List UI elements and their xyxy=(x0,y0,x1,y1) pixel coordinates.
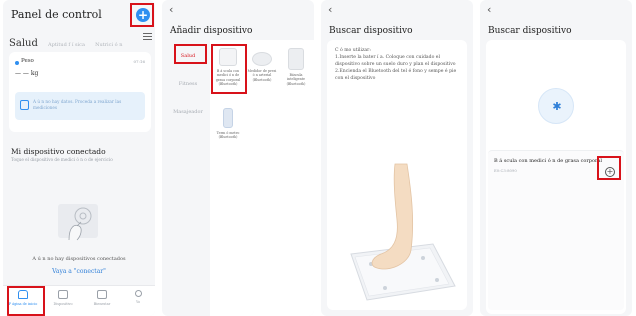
search-device-instructions-screen: ‹ Buscar dispositivo C ó mo utilizar: 1.… xyxy=(321,0,473,316)
blood-pressure-icon xyxy=(252,52,272,66)
wellness-icon xyxy=(97,290,107,299)
nav-wellness[interactable]: Bienestar xyxy=(87,289,117,306)
device-label: Báscula inteligente (Bluetooth) xyxy=(286,73,306,86)
smart-scale-icon xyxy=(288,48,304,70)
device-icon xyxy=(58,290,68,299)
thermometer-icon xyxy=(223,108,233,128)
connect-link[interactable]: Vaya a "conectar" xyxy=(3,268,155,275)
highlight-box xyxy=(130,3,154,27)
found-device-name: B á scula con medici ó n de grasa corpor… xyxy=(494,158,602,164)
device-smart-scale[interactable]: Báscula inteligente (Bluetooth) xyxy=(281,48,311,86)
user-icon xyxy=(134,290,142,297)
category-fitness[interactable]: Fitness xyxy=(168,72,208,100)
nav-me[interactable]: Yo xyxy=(123,289,153,304)
category-masajeador[interactable]: Masajeador xyxy=(168,100,208,128)
tab-salud[interactable]: Salud xyxy=(9,38,38,49)
back-chevron-icon[interactable]: ‹ xyxy=(169,3,173,16)
device-thermometer[interactable]: Term ó metro (Bluetooth) xyxy=(213,108,243,140)
instructions-text: C ó mo utilizar: 1.Inserte la bater í a.… xyxy=(335,48,461,82)
menu-icon[interactable] xyxy=(143,33,152,42)
instruction-step: 2.Encienda el Bluetooth del tel é fono y… xyxy=(335,68,457,81)
nav-devices[interactable]: Dispositivo xyxy=(48,289,78,306)
no-devices-text: A ú n no hay dispositivos conectados xyxy=(32,256,126,262)
nav-me-label: Yo xyxy=(136,300,140,304)
device-label: Medidor de presi ó n arterial (Bluetooth… xyxy=(247,69,277,82)
my-devices-subtitle: Toque el dispositivo de medici ó n o de … xyxy=(11,157,113,162)
device-label: Term ó metro (Bluetooth) xyxy=(216,131,240,140)
document-icon xyxy=(20,100,29,110)
foot-on-scale-illustration-icon xyxy=(350,163,456,301)
page-title: Panel de control xyxy=(11,8,102,21)
highlight-box xyxy=(7,286,45,316)
highlight-box xyxy=(211,44,247,94)
add-device-screen: ‹ Añadir dispositivo Salud Fitness Masaj… xyxy=(162,0,314,316)
page-title: Buscar dispositivo xyxy=(488,26,572,36)
found-device-id: E0:C3:8090 xyxy=(494,168,517,173)
weight-label: Peso xyxy=(21,58,34,64)
back-chevron-icon[interactable]: ‹ xyxy=(328,3,332,16)
dashboard-screen: Panel de control + Salud Aptitud f í sic… xyxy=(3,0,155,316)
search-device-results-screen: ‹ Buscar dispositivo ✱ B á scula con med… xyxy=(480,0,632,316)
nav-wellness-label: Bienestar xyxy=(93,302,111,306)
instructions-card: C ó mo utilizar: 1.Inserte la bater í a.… xyxy=(327,40,467,310)
tab-aptitud[interactable]: Aptitud f í sica xyxy=(48,42,85,48)
page-title: Añadir dispositivo xyxy=(170,26,253,36)
no-data-banner[interactable]: A ú n no hay datos. Proceda a realizar l… xyxy=(15,92,145,120)
weight-card[interactable]: Peso 07:16 — — kg A ú n no hay datos. Pr… xyxy=(9,52,151,132)
nav-devices-label: Dispositivo xyxy=(53,302,73,306)
category-list: Salud Fitness Masajeador xyxy=(168,44,208,316)
tab-nutricion[interactable]: Nutrici ó n xyxy=(95,42,122,48)
no-data-text: A ú n no hay datos. Proceda a realizar l… xyxy=(33,99,122,111)
empty-devices-illustration-icon xyxy=(58,204,98,241)
category-tabs: Salud Aptitud f í sica Nutrici ó n xyxy=(9,31,127,50)
status-dot-icon xyxy=(15,61,19,65)
highlight-box xyxy=(174,44,207,64)
my-devices-title: Mi dispositivo conectado xyxy=(11,147,106,156)
instruction-heading: C ó mo utilizar: xyxy=(335,48,371,53)
weight-value: — — kg xyxy=(15,70,39,77)
weight-time: 07:16 xyxy=(133,59,145,64)
highlight-box xyxy=(597,156,621,180)
bluetooth-icon: ✱ xyxy=(552,100,562,113)
device-blood-pressure[interactable]: Medidor de presi ó n arterial (Bluetooth… xyxy=(247,48,277,82)
page-title: Buscar dispositivo xyxy=(329,26,413,36)
bluetooth-scan-indicator: ✱ xyxy=(538,88,574,124)
instruction-step: 1.Inserte la bater í a. Coloque con cuid… xyxy=(335,54,456,67)
back-chevron-icon[interactable]: ‹ xyxy=(487,3,491,16)
